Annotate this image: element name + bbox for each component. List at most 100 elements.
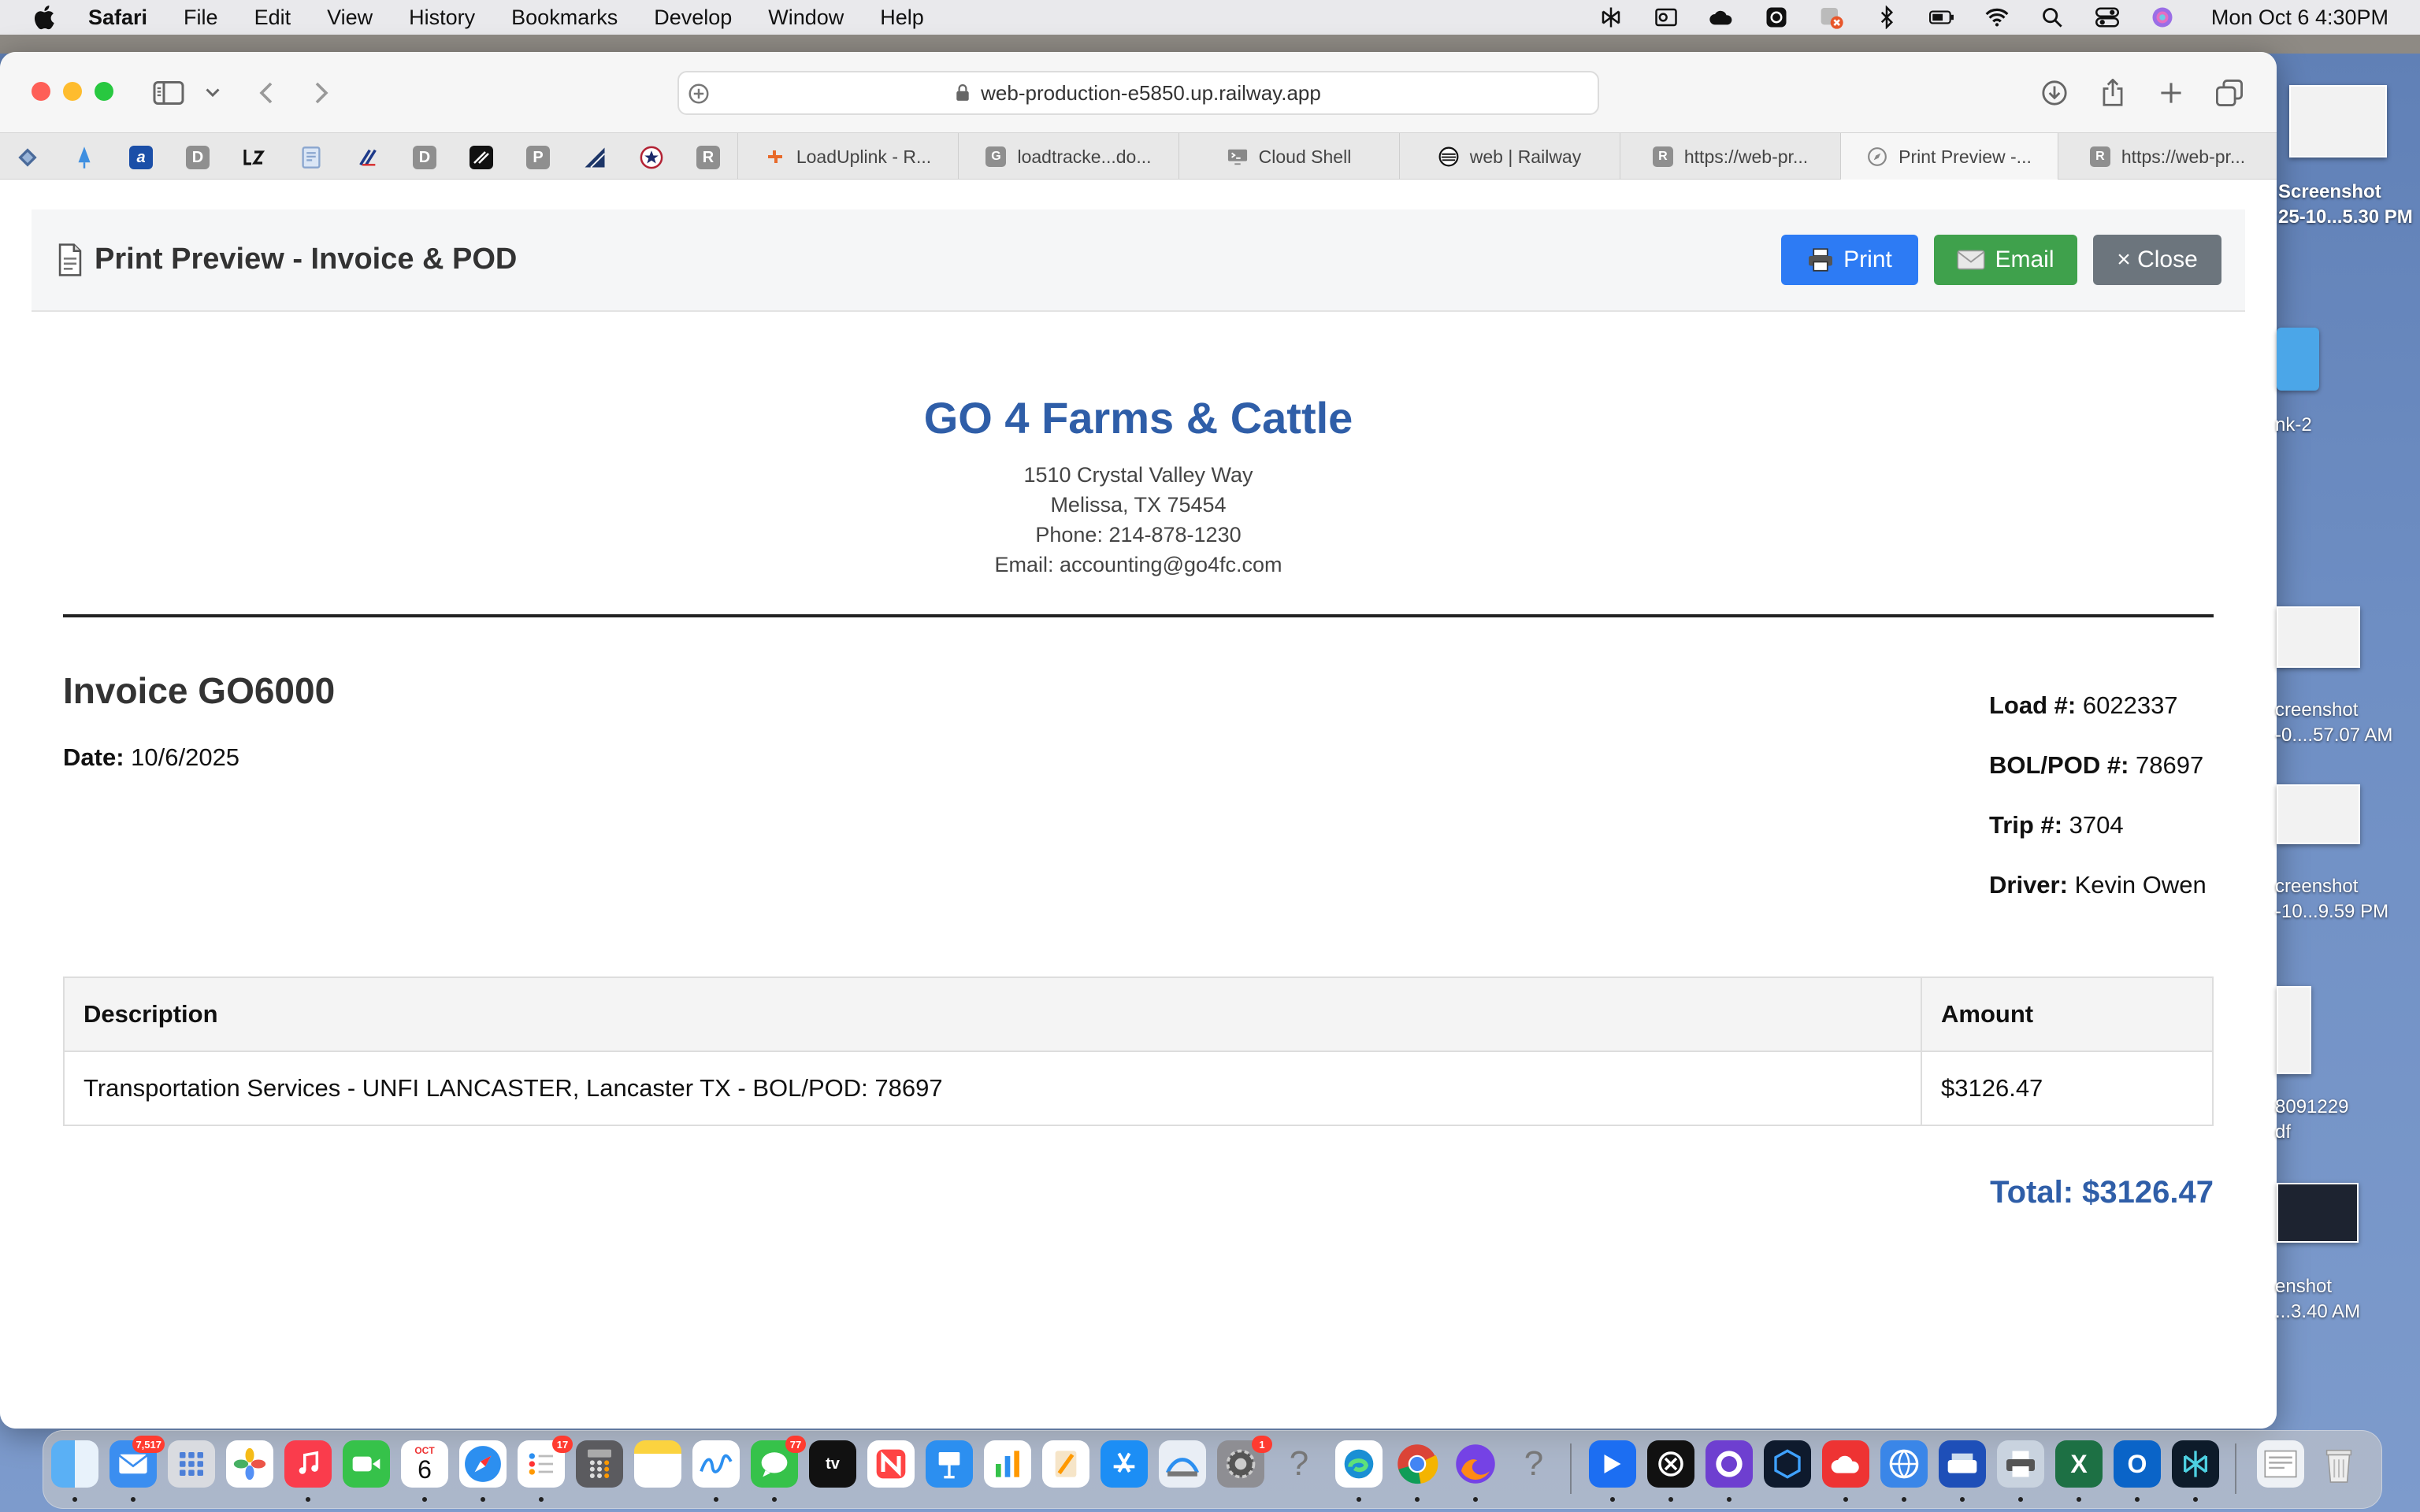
desktop-item-label[interactable]: creenshot -10...9.59 PM: [2275, 874, 2388, 925]
calendar-icon[interactable]: OCT 6: [401, 1440, 448, 1488]
share-icon[interactable]: [2095, 76, 2130, 110]
site-settings-icon[interactable]: [687, 82, 711, 106]
desktop-screenshot-thumbnail[interactable]: [2277, 606, 2360, 668]
desktop-item-label[interactable]: Screenshot 25-10...5.30 PM: [2278, 180, 2413, 230]
chrome-icon[interactable]: [1394, 1440, 1441, 1488]
pinned-tab-diamond-icon[interactable]: [16, 146, 39, 169]
window-zoom-button[interactable]: [95, 82, 113, 101]
tab-loaduplink[interactable]: LoadUplink - R...: [737, 133, 958, 180]
chatgpt-status-icon[interactable]: [1764, 6, 1789, 29]
desktop-screenshot-thumbnail[interactable]: [2277, 784, 2360, 844]
address-bar[interactable]: web-production-e5850.up.railway.app: [677, 71, 1599, 115]
xcode-cloud-icon[interactable]: [1764, 1440, 1811, 1488]
pinned-tab-r-icon[interactable]: R: [696, 146, 720, 169]
tab-https-web-2[interactable]: R https://web-pr...: [2058, 133, 2277, 180]
apple-tv-icon[interactable]: tv: [809, 1440, 856, 1488]
menu-window[interactable]: Window: [768, 6, 844, 30]
menu-view[interactable]: View: [327, 6, 373, 30]
menu-edit[interactable]: Edit: [254, 6, 291, 30]
network-globe-icon[interactable]: [1880, 1440, 1928, 1488]
desktop-item-label[interactable]: 8091229 df: [2275, 1095, 2348, 1145]
print-button[interactable]: Print: [1781, 235, 1918, 285]
chevron-down-icon[interactable]: [195, 76, 230, 110]
spotlight-search-icon[interactable]: [2040, 6, 2065, 29]
email-button[interactable]: Email: [1934, 235, 2077, 285]
numbers-icon[interactable]: [984, 1440, 1031, 1488]
apple-menu-icon[interactable]: [32, 3, 60, 32]
safari-icon[interactable]: [459, 1440, 507, 1488]
pinned-tab-x-icon[interactable]: [356, 146, 380, 169]
app-store-icon[interactable]: [1101, 1440, 1148, 1488]
reminders-icon[interactable]: 17: [518, 1436, 573, 1488]
system-settings-icon[interactable]: 1: [1217, 1436, 1272, 1488]
menu-help[interactable]: Help: [880, 6, 924, 30]
news-icon[interactable]: [867, 1440, 915, 1488]
tab-https-web-1[interactable]: R https://web-pr...: [1620, 133, 1840, 180]
pinned-tab-p-icon[interactable]: P: [526, 146, 550, 169]
battery-icon[interactable]: [1928, 6, 1954, 29]
keynote-icon[interactable]: [926, 1440, 973, 1488]
photos-icon[interactable]: [226, 1440, 273, 1488]
freeform-icon[interactable]: [692, 1440, 740, 1488]
facetime-icon[interactable]: [343, 1440, 390, 1488]
forward-arrow-icon[interactable]: [304, 76, 339, 110]
back-arrow-icon[interactable]: [249, 76, 284, 110]
unknown-app-icon[interactable]: ?: [1510, 1440, 1557, 1488]
new-tab-plus-icon[interactable]: [2154, 76, 2188, 110]
desktop-pdf-file-icon[interactable]: [2277, 986, 2311, 1074]
pinned-tab-lz-icon[interactable]: [243, 146, 266, 169]
control-center-icon[interactable]: [2095, 6, 2120, 29]
tab-web-railway[interactable]: web | Railway: [1399, 133, 1620, 180]
unknown-app-icon[interactable]: ?: [1275, 1440, 1323, 1488]
printer-app-icon[interactable]: [1997, 1440, 2044, 1488]
close-button[interactable]: × Close: [2093, 235, 2221, 285]
music-icon[interactable]: [284, 1440, 332, 1488]
wifi-icon[interactable]: [1984, 6, 2010, 29]
menu-file[interactable]: File: [184, 6, 218, 30]
perplexity-icon[interactable]: [1598, 6, 1624, 29]
pinned-tab-triangle-icon[interactable]: [583, 146, 607, 169]
calculator-icon[interactable]: [576, 1440, 623, 1488]
window-minimize-button[interactable]: [63, 82, 82, 101]
desktop-screenshot-thumbnail[interactable]: [2289, 85, 2387, 158]
downloads-icon[interactable]: [2037, 76, 2072, 110]
excel-icon[interactable]: X: [2055, 1440, 2103, 1488]
pinned-tab-d-icon[interactable]: D: [186, 146, 210, 169]
pinned-tab-doc-icon[interactable]: [299, 146, 323, 169]
github-desktop-icon[interactable]: [1706, 1440, 1753, 1488]
icloud-icon[interactable]: [1709, 6, 1734, 29]
menu-app-name[interactable]: Safari: [88, 6, 147, 30]
pinned-tab-a-icon[interactable]: a: [129, 146, 153, 169]
pinned-tab-slash-icon[interactable]: [470, 146, 493, 169]
menu-history[interactable]: History: [409, 6, 475, 30]
pinned-tab-star-icon[interactable]: [640, 146, 663, 169]
pinned-tab-pen-icon[interactable]: [72, 146, 96, 169]
tab-print-preview[interactable]: Print Preview -...: [1840, 133, 2058, 180]
perplexity-dock-icon[interactable]: [2172, 1440, 2219, 1488]
desktop-item-label[interactable]: nk-2: [2275, 413, 2312, 438]
finder-icon[interactable]: [51, 1440, 98, 1488]
outlook-icon[interactable]: O: [2114, 1440, 2161, 1488]
outlook-status-icon[interactable]: [1654, 6, 1679, 29]
desktop-item-label[interactable]: creenshot -0....57.07 AM: [2275, 698, 2392, 748]
pinned-tab-d2-icon[interactable]: D: [413, 146, 436, 169]
menu-clock[interactable]: Mon Oct 6 4:30PM: [2211, 6, 2388, 30]
preview-app-icon[interactable]: [1159, 1440, 1206, 1488]
menu-bookmarks[interactable]: Bookmarks: [511, 6, 618, 30]
desktop-folder-icon[interactable]: [2277, 328, 2319, 391]
tab-overview-icon[interactable]: [2212, 76, 2247, 110]
launchpad-icon[interactable]: [168, 1440, 215, 1488]
firefox-icon[interactable]: [1452, 1440, 1499, 1488]
pages-icon[interactable]: [1042, 1440, 1089, 1488]
bluetooth-icon[interactable]: [1874, 6, 1899, 29]
recent-documents-stack-icon[interactable]: [2257, 1440, 2304, 1488]
vpn-status-icon[interactable]: [1819, 6, 1844, 29]
notes-icon[interactable]: [634, 1440, 681, 1488]
chatgpt-icon[interactable]: [1647, 1440, 1694, 1488]
messages-icon[interactable]: 77: [751, 1436, 806, 1488]
siri-icon[interactable]: [2150, 6, 2175, 29]
mail-icon[interactable]: 7,517: [109, 1436, 165, 1488]
trash-icon[interactable]: [2315, 1440, 2362, 1488]
edge-icon[interactable]: [1335, 1440, 1383, 1488]
creative-cloud-icon[interactable]: [1822, 1440, 1869, 1488]
